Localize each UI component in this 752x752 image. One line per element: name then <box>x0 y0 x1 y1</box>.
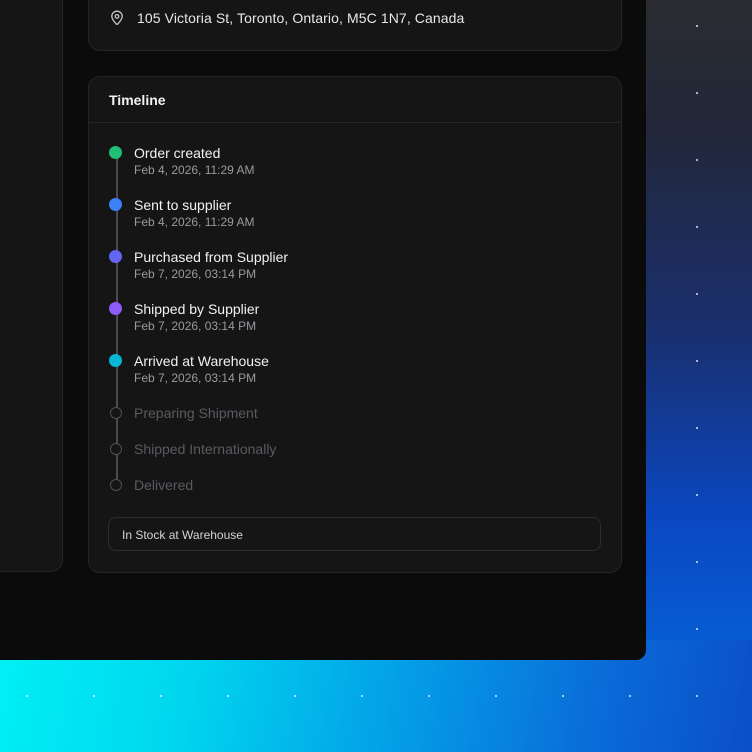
step-pending-circle-icon <box>110 479 122 491</box>
background-dot <box>696 360 698 362</box>
step-done-dot-icon <box>109 354 122 367</box>
app-window: 105 Victoria St, Toronto, Ontario, M5C 1… <box>0 0 646 660</box>
current-status-text: In Stock at Warehouse <box>122 528 243 542</box>
step-timestamp: Feb 4, 2026, 11:29 AM <box>134 163 255 177</box>
background-dot <box>93 695 95 697</box>
background-dot <box>562 695 564 697</box>
step-label: Purchased from Supplier <box>134 249 289 265</box>
background-dot <box>26 695 28 697</box>
step-done-dot-icon <box>109 146 122 159</box>
background-dot <box>495 695 497 697</box>
background-dot <box>696 628 698 630</box>
step-label: Preparing Shipment <box>134 405 258 421</box>
address-row: 105 Victoria St, Toronto, Ontario, M5C 1… <box>110 10 464 26</box>
background-dot <box>696 226 698 228</box>
step-label: Delivered <box>134 477 194 493</box>
step-timestamp: Feb 7, 2026, 03:14 PM <box>134 267 257 281</box>
step-pending-circle-icon <box>110 443 122 455</box>
background-dot <box>361 695 363 697</box>
background-dot <box>696 293 698 295</box>
background-dot <box>696 427 698 429</box>
background-dot <box>629 695 631 697</box>
background-dot <box>696 25 698 27</box>
background-dot <box>696 92 698 94</box>
background-dot <box>696 159 698 161</box>
step-pending-circle-icon <box>110 407 122 419</box>
timeline-divider <box>89 122 621 123</box>
background-dot <box>696 494 698 496</box>
step-timestamp: Feb 4, 2026, 11:29 AM <box>134 215 255 229</box>
step-label: Shipped by Supplier <box>134 301 260 317</box>
background-dot <box>428 695 430 697</box>
shipping-address: 105 Victoria St, Toronto, Ontario, M5C 1… <box>137 10 465 26</box>
step-done-dot-icon <box>109 302 122 315</box>
step-label: Arrived at Warehouse <box>134 353 269 369</box>
left-panel <box>0 0 63 572</box>
step-done-dot-icon <box>109 250 122 263</box>
map-pin-icon <box>111 10 123 26</box>
background-dot <box>227 695 229 697</box>
step-timestamp: Feb 7, 2026, 03:14 PM <box>134 371 257 385</box>
step-label: Order created <box>134 145 221 161</box>
background-dot <box>294 695 296 697</box>
background-dot <box>696 695 698 697</box>
step-timestamp: Feb 7, 2026, 03:14 PM <box>134 319 257 333</box>
step-label: Shipped Internationally <box>134 441 277 457</box>
timeline-title: Timeline <box>109 92 166 108</box>
current-status-box: In Stock at Warehouse <box>108 517 601 551</box>
address-card: 105 Victoria St, Toronto, Ontario, M5C 1… <box>88 0 622 51</box>
step-done-dot-icon <box>109 198 122 211</box>
background-dot <box>696 561 698 563</box>
step-label: Sent to supplier <box>134 197 232 213</box>
background-dot <box>160 695 162 697</box>
